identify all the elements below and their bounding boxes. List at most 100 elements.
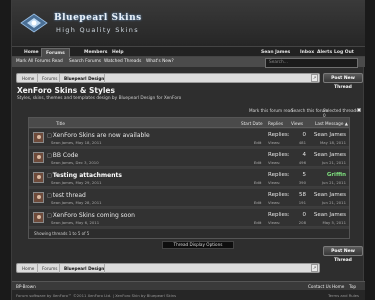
replies-label: Replies: <box>268 212 290 218</box>
tab-members[interactable]: Members <box>80 49 111 57</box>
watched-threads-link[interactable]: Watched Threads <box>104 59 141 64</box>
table-row[interactable]: □XenForo Skins are now available Sean Jam… <box>29 129 349 147</box>
terms-link[interactable]: Terms and Rules <box>328 293 359 298</box>
views-count: 481 <box>298 140 306 145</box>
last-message-date[interactable]: Jun 21, 2011 <box>309 160 346 165</box>
contact-us-link[interactable]: Contact Us <box>308 284 331 289</box>
thread-title-link[interactable]: □XenForo Skins coming soon <box>47 212 135 219</box>
thread-title-link[interactable]: □BB Code <box>47 152 78 159</box>
table-row[interactable]: □test thread Sean James, May 28, 2011 Edit… <box>29 189 349 207</box>
thread-title-link[interactable]: □Testing attachments <box>47 172 122 179</box>
last-message-user[interactable]: Griffin <box>309 172 346 178</box>
last-message-date[interactable]: May 18, 2011 <box>309 140 346 145</box>
views-label: Views: <box>268 160 281 165</box>
avatar[interactable] <box>33 212 44 223</box>
thread-list-header: Title Start Date Replies Views Last Mess… <box>29 118 349 128</box>
column-views[interactable]: Views <box>291 121 303 126</box>
tab-home[interactable]: Home <box>20 49 43 57</box>
logout-link[interactable]: Log Out <box>334 49 354 57</box>
last-message-date[interactable]: Jun 21, 2011 <box>309 200 346 205</box>
breadcrumb-current[interactable]: Bluepearl Design <box>64 76 104 81</box>
avatar[interactable] <box>33 192 44 203</box>
search-forums-link[interactable]: Search Forums <box>69 59 101 64</box>
footer-top-link[interactable]: Top <box>349 284 356 289</box>
thread-meta[interactable]: Sean James, May 18, 2011 <box>51 140 102 145</box>
thread-icon: □ <box>47 173 52 179</box>
thread-meta[interactable]: Sean James, May 28, 2011 <box>51 200 102 205</box>
last-message-date[interactable]: May 5, 2011 <box>309 220 346 225</box>
last-message-user[interactable]: Sean James <box>309 212 346 218</box>
avatar[interactable] <box>33 152 44 163</box>
breadcrumb-forums[interactable]: Forums <box>42 76 57 81</box>
last-message-user[interactable]: Sean James <box>309 152 346 158</box>
column-last-message[interactable]: Last Message ▲ <box>315 121 348 126</box>
jump-menu-icon[interactable]: ↗ <box>311 74 318 82</box>
edit-link[interactable]: Edit <box>254 200 261 205</box>
views-count: 191 <box>298 200 306 205</box>
user-menu[interactable]: Sean James <box>261 49 290 57</box>
last-message-date[interactable]: Jun 21, 2011 <box>309 180 346 185</box>
replies-count: 0 <box>302 132 307 138</box>
table-row[interactable]: □Testing attachments Sean James, May 29, … <box>29 169 349 187</box>
thread-icon: □ <box>47 213 52 219</box>
thread-meta[interactable]: Sean James, Dec 3, 2010 <box>51 160 99 165</box>
views-count: 208 <box>298 220 306 225</box>
replies-label: Replies: <box>268 152 290 158</box>
avatar[interactable] <box>33 172 44 183</box>
replies-count: 0 <box>302 212 307 218</box>
replies-count: 4 <box>302 152 307 158</box>
avatar[interactable] <box>33 132 44 143</box>
breadcrumb-current[interactable]: Bluepearl Design <box>64 266 104 271</box>
mark-all-read-link[interactable]: Mark All Forums Read <box>16 59 63 64</box>
breadcrumb-home[interactable]: Home <box>22 266 34 271</box>
thread-icon: □ <box>47 153 52 159</box>
edit-link[interactable]: Edit <box>254 180 261 185</box>
column-title[interactable]: Title <box>56 121 65 126</box>
logo-tagline: High Quality Skins <box>56 26 139 34</box>
edit-link[interactable]: Edit <box>254 140 261 145</box>
search-input[interactable]: Search... <box>265 58 358 68</box>
replies-label: Replies: <box>268 132 290 138</box>
views-label: Views: <box>268 220 281 225</box>
breadcrumb: Home Forums Bluepearl Design <box>16 73 320 83</box>
tab-help[interactable]: Help <box>108 49 128 57</box>
replies-count: 5 <box>302 172 307 178</box>
style-chooser-link[interactable]: BP-Brown <box>16 284 36 289</box>
breadcrumb-forums[interactable]: Forums <box>42 266 57 271</box>
thread-display-options-button[interactable]: Thread Display Options <box>162 241 234 249</box>
page-title: XenForo Skins & Styles <box>17 86 115 95</box>
last-message-user[interactable]: Sean James <box>309 192 346 198</box>
footer-bar: BP-Brown Contact Us Home Top <box>12 281 365 290</box>
inbox-link[interactable]: Inbox <box>300 49 314 57</box>
mark-forum-read-link[interactable]: Mark this forum read <box>249 108 293 113</box>
alerts-link[interactable]: Alerts <box>317 49 332 57</box>
column-start-date[interactable]: Start Date <box>241 121 263 126</box>
views-label: Views: <box>268 180 281 185</box>
post-new-thread-button-bottom[interactable]: Post New Thread <box>323 246 363 263</box>
breadcrumb-home[interactable]: Home <box>22 76 34 81</box>
table-row[interactable]: □XenForo Skins coming soon Sean James, Ma… <box>29 209 349 227</box>
thread-meta[interactable]: Sean James, May 29, 2011 <box>51 180 102 185</box>
copyright-text: Forum software by XenForo™ ©2011 XenForo… <box>16 293 177 298</box>
table-row[interactable]: □BB Code Sean James, Dec 3, 2010 Edit Repli… <box>29 149 349 167</box>
jump-menu-icon[interactable]: ↗ <box>311 264 318 272</box>
breadcrumb-bottom: Home Forums Bluepearl Design <box>16 263 320 273</box>
bluepearl-logo-icon[interactable] <box>19 12 49 34</box>
thread-meta[interactable]: Sean James, May 6, 2011 <box>51 220 99 225</box>
whats-new-link[interactable]: What's New? <box>146 59 174 64</box>
edit-link[interactable]: Edit <box>254 160 261 165</box>
thread-title-link[interactable]: □XenForo Skins are now available <box>47 132 150 139</box>
main-navigation: Home Forums Members Help Sean James Inbo… <box>12 46 365 58</box>
forum-description: Styles, skins, themes and templates desi… <box>17 96 182 101</box>
logo-title[interactable]: Bluepearl Skins <box>54 13 142 23</box>
post-new-thread-button[interactable]: Post New Thread <box>323 73 363 90</box>
thread-list: Title Start Date Replies Views Last Mess… <box>28 117 350 239</box>
column-replies[interactable]: Replies <box>268 121 283 126</box>
thread-title-link[interactable]: □test thread <box>47 192 86 199</box>
select-all-checkbox[interactable] <box>357 108 361 112</box>
last-message-user[interactable]: Sean James <box>309 132 346 138</box>
replies-label: Replies: <box>268 192 290 198</box>
footer-home-link[interactable]: Home <box>332 284 344 289</box>
edit-link[interactable]: Edit <box>254 220 261 225</box>
views-label: Views: <box>268 140 281 145</box>
